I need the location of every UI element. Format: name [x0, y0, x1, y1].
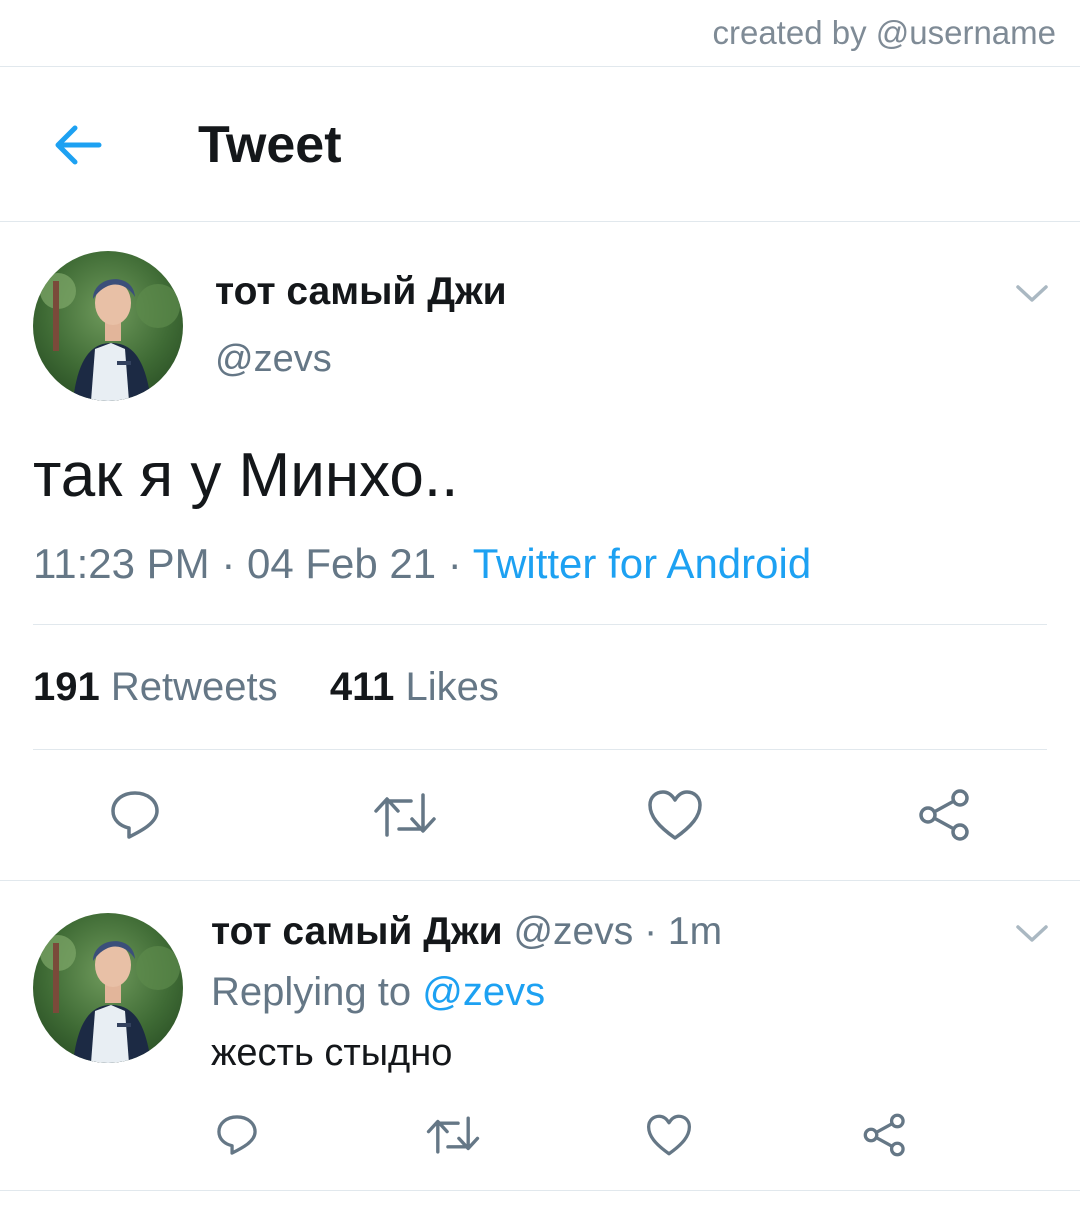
meta-separator: · [633, 910, 668, 953]
user-handle[interactable]: @zevs [513, 910, 633, 953]
likes-label: Likes [405, 665, 499, 709]
retweets-label: Retweets [110, 665, 278, 709]
tweet-source-link[interactable]: Twitter for Android [473, 540, 811, 587]
arrow-left-icon [55, 125, 102, 165]
tweet-text: так я у Минхо.. [33, 441, 459, 510]
reply-time: 1m [667, 910, 723, 953]
divider [0, 1190, 1080, 1191]
retweet-button[interactable] [425, 1110, 481, 1160]
tweet-stats: 191 Retweets 411 Likes [33, 665, 499, 710]
chevron-down-icon[interactable] [1014, 282, 1050, 306]
reply-button[interactable] [212, 1110, 262, 1160]
retweets-count: 191 [33, 665, 100, 709]
chevron-down-icon[interactable] [1014, 922, 1050, 946]
replying-to: Replying to @zevs [211, 970, 545, 1015]
divider [33, 624, 1047, 625]
tweet-header: Tweet [0, 67, 1080, 222]
like-button[interactable] [644, 1110, 694, 1160]
share-button[interactable] [915, 785, 975, 845]
heart-icon [648, 790, 702, 840]
like-button[interactable] [645, 785, 705, 845]
retweet-button[interactable] [372, 785, 438, 845]
meta-separator: · [436, 540, 473, 587]
replying-prefix: Replying to [211, 970, 412, 1014]
display-name[interactable]: тот самый Джи [215, 270, 507, 314]
retweet-icon [426, 1116, 480, 1154]
likes-stat[interactable]: 411 Likes [330, 665, 499, 709]
reply-text: жесть стыдно [211, 1032, 453, 1074]
user-handle[interactable]: @zevs [215, 338, 332, 381]
watermark-text: created by @username [712, 14, 1056, 51]
reply-icon [217, 1115, 257, 1155]
page-title: Tweet [198, 116, 342, 174]
reply-icon [111, 791, 159, 839]
avatar[interactable] [33, 251, 183, 401]
tweet-time: 11:23 PM [33, 540, 210, 587]
avatar[interactable] [33, 913, 183, 1063]
reply-header: тот самый Джи @zevs · 1m [211, 910, 722, 954]
share-icon [919, 789, 969, 841]
back-button[interactable] [48, 115, 108, 175]
reply-button[interactable] [105, 785, 165, 845]
likes-count: 411 [329, 665, 395, 709]
divider [33, 749, 1047, 750]
top-watermark-bar: created by @username [0, 0, 1080, 67]
meta-separator: · [209, 540, 247, 587]
retweet-icon [374, 793, 436, 837]
share-icon [863, 1113, 905, 1157]
share-button[interactable] [860, 1110, 910, 1160]
tweet-date: 04 Feb 21 [246, 540, 437, 587]
replying-to-link[interactable]: @zevs [422, 970, 545, 1014]
tweet-meta: 11:23 PM · 04 Feb 21 · Twitter for Andro… [33, 540, 811, 588]
divider [0, 880, 1080, 881]
display-name[interactable]: тот самый Джи [211, 910, 503, 953]
heart-icon [646, 1114, 691, 1156]
retweets-stat[interactable]: 191 Retweets [33, 665, 278, 709]
